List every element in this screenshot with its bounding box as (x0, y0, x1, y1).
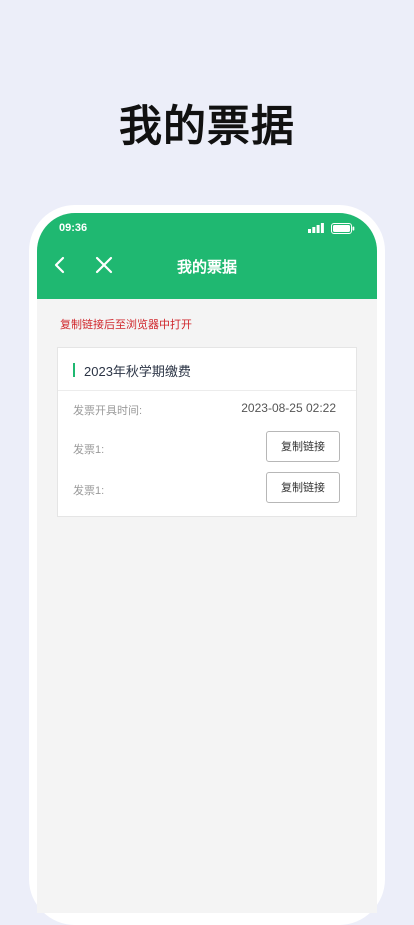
battery-icon (331, 223, 355, 234)
copy-link-button[interactable]: 复制链接 (266, 431, 340, 462)
issue-time-label: 发票开具时间: (73, 405, 143, 417)
copy-link-button[interactable]: 复制链接 (266, 472, 340, 503)
page-title: 我的票据 (176, 259, 237, 276)
card-header: 2023年秋学期缴费 (58, 348, 356, 391)
phone-screen: 09:36 我的票据 复制链接后至浏览器中打开 2023年秋学期缴费 发票开具时… (37, 213, 377, 913)
signal-icon (308, 223, 324, 233)
app-bar: 09:36 我的票据 (37, 213, 377, 299)
invoice-label: 发票1: (73, 485, 105, 497)
card-title: 2023年秋学期缴费 (84, 364, 191, 379)
issue-time-value: 2023-08-25 02:22 (241, 401, 336, 415)
invoice-card: 2023年秋学期缴费 发票开具时间: 2023-08-25 02:22 发票1:… (57, 347, 357, 517)
invoice-label: 发票1: (73, 444, 105, 456)
status-time: 09:36 (59, 222, 88, 234)
accent-bar (73, 363, 75, 377)
hero-title: 我的票据 (119, 103, 295, 151)
notice-text: 复制链接后至浏览器中打开 (60, 319, 192, 331)
